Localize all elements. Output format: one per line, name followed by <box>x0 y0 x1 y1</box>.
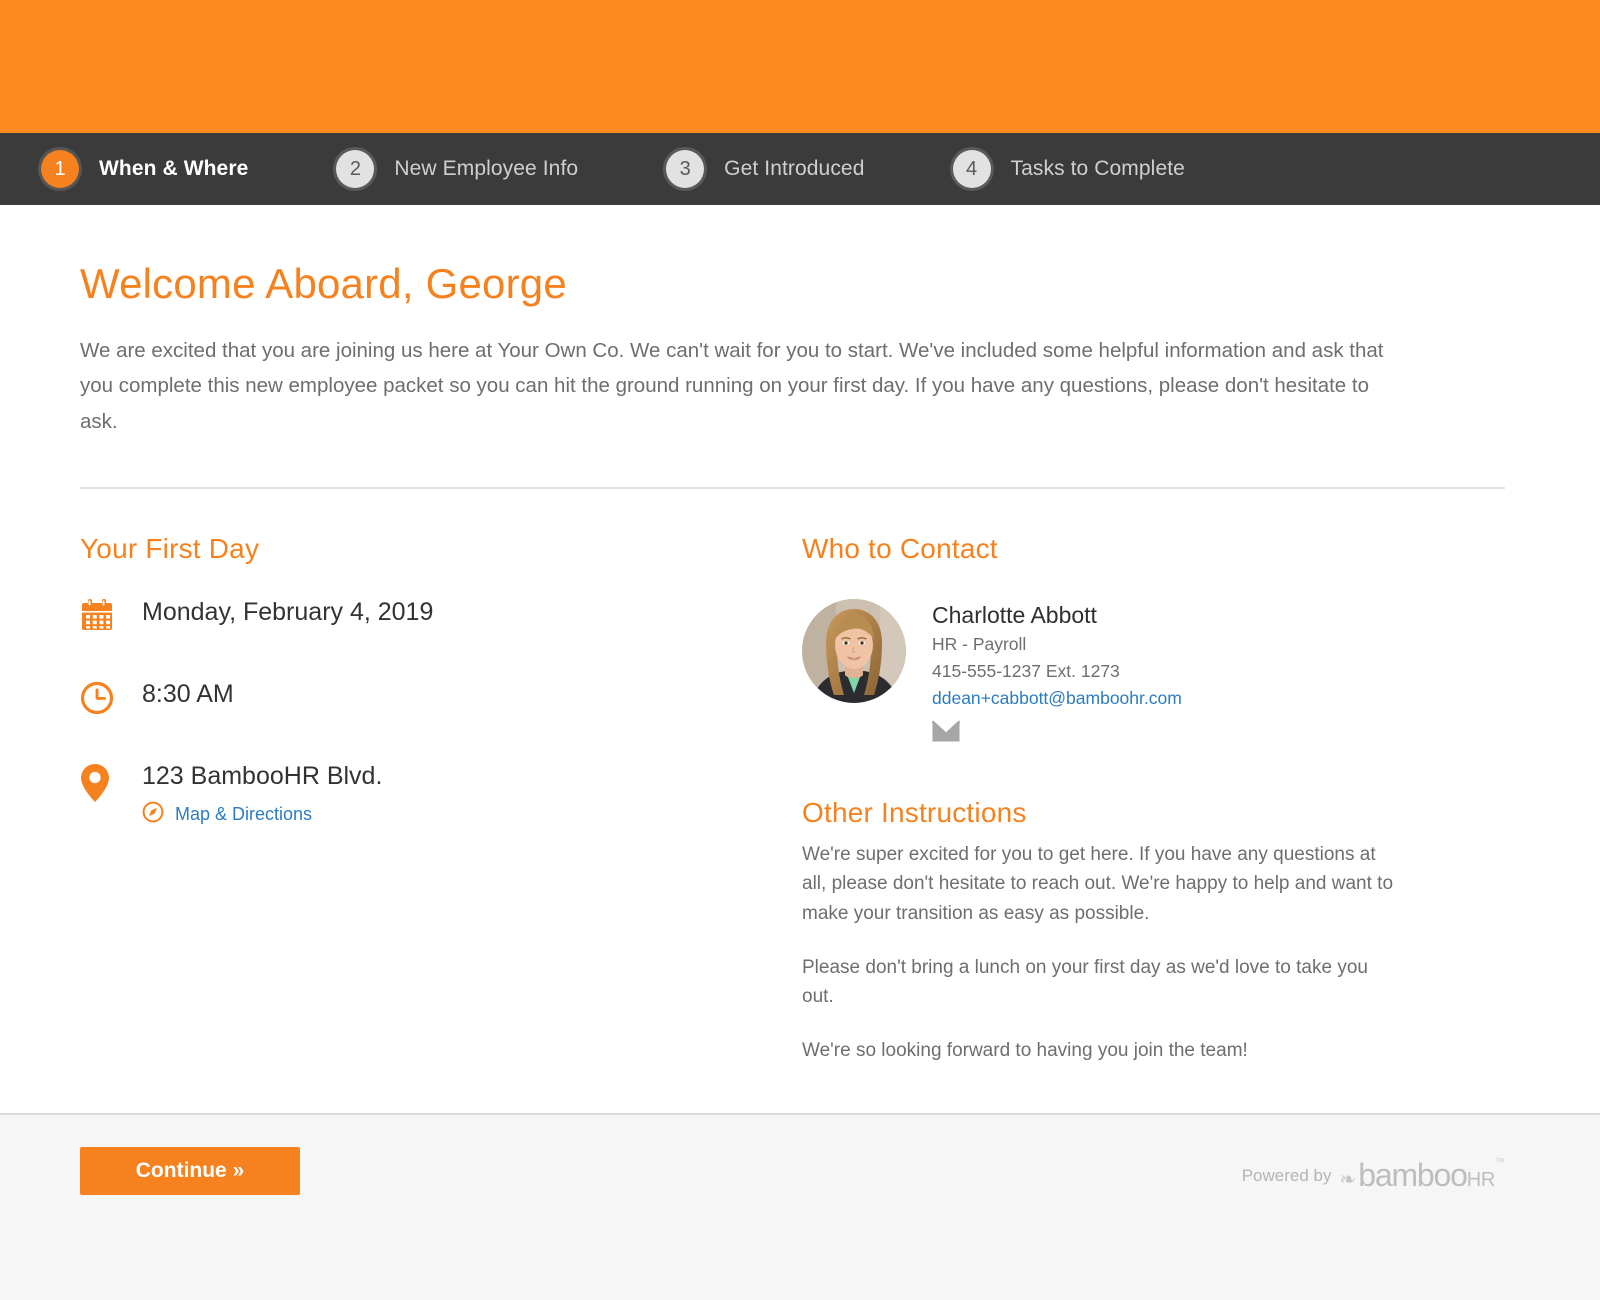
instruction-paragraph: We're super excited for you to get here.… <box>802 843 1394 925</box>
other-instructions-body: We're super excited for you to get here.… <box>802 840 1402 1066</box>
step-number-2: 2 <box>336 150 375 188</box>
brand-header-band <box>0 0 1600 133</box>
step-label-2: New Employee Info <box>394 157 579 180</box>
onboarding-page: 1 When & Where 2 New Employee Info 3 Get… <box>0 0 1600 1300</box>
first-day-column: Your First Day Monday, February 4, 2019 … <box>80 533 802 1066</box>
contact-phone: 415-555-1237 Ext. 1273 <box>932 661 1120 682</box>
main-content: Welcome Aboard, George We are excited th… <box>0 205 1600 1113</box>
first-day-location-row: 123 BambooHR Blvd. Map & Directions <box>80 761 802 828</box>
step-when-and-where[interactable]: 1 When & Where <box>41 133 248 205</box>
instruction-paragraph: We're so looking forward to having you j… <box>802 1039 1248 1061</box>
contact-email-link[interactable]: ddean+cabbott@bamboohr.com <box>932 686 1182 711</box>
calendar-icon <box>80 597 142 632</box>
continue-button[interactable]: Continue » <box>80 1147 300 1195</box>
contact-name: Charlotte Abbott <box>932 601 1097 628</box>
clock-icon <box>80 679 142 715</box>
map-directions-row[interactable]: Map & Directions <box>142 801 382 828</box>
step-label-4: Tasks to Complete <box>1010 157 1185 180</box>
step-number-3: 3 <box>666 150 705 188</box>
page-footer: Continue » Powered by ❧ bamboo HR ™ <box>0 1113 1600 1300</box>
step-number-1: 1 <box>41 150 79 188</box>
contact-column: Who to Contact Charlotte Abbott HR - Pay… <box>802 533 1420 1066</box>
first-day-heading: Your First Day <box>80 532 260 564</box>
bamboohr-logo-word: bamboo <box>1358 1157 1468 1193</box>
step-new-employee-info[interactable]: 2 New Employee Info <box>336 133 578 205</box>
instruction-paragraph: Please don't bring a lunch on your first… <box>802 956 1368 1008</box>
step-number-4: 4 <box>952 150 991 188</box>
first-day-list: Monday, February 4, 2019 8:30 AM 123 Bam… <box>80 597 802 828</box>
bamboohr-logo-suffix: HR <box>1466 1169 1496 1191</box>
content-columns: Your First Day Monday, February 4, 2019 … <box>80 533 1505 1066</box>
step-label-1: When & Where <box>99 157 249 180</box>
first-day-date: Monday, February 4, 2019 <box>142 597 434 626</box>
first-day-time: 8:30 AM <box>142 679 234 708</box>
step-tasks-to-complete[interactable]: 4 Tasks to Complete <box>952 133 1185 205</box>
contact-details: Charlotte Abbott HR - Payroll 415-555-12… <box>931 599 1182 747</box>
contact-card: Charlotte Abbott HR - Payroll 415-555-12… <box>802 598 1420 747</box>
step-navigation: 1 When & Where 2 New Employee Info 3 Get… <box>0 133 1600 220</box>
other-instructions-heading: Other Instructions <box>802 796 1027 828</box>
powered-by-bamboohr: Powered by ❧ bamboo HR ™ <box>1242 1157 1505 1194</box>
avatar-photo <box>802 598 906 703</box>
page-title: Welcome Aboard, George <box>80 260 567 307</box>
compass-icon <box>142 801 164 828</box>
bamboohr-logo-tm: ™ <box>1495 1157 1505 1168</box>
first-day-address: 123 BambooHR Blvd. <box>142 761 383 790</box>
envelope-icon[interactable] <box>931 720 1182 747</box>
who-to-contact-heading: Who to Contact <box>802 532 998 564</box>
map-directions-link[interactable]: Map & Directions <box>175 804 312 825</box>
step-get-introduced[interactable]: 3 Get Introduced <box>666 133 864 205</box>
section-divider <box>80 486 1505 489</box>
step-label-3: Get Introduced <box>724 157 865 180</box>
contact-role: HR - Payroll <box>932 633 1027 654</box>
powered-by-label: Powered by <box>1241 1165 1332 1185</box>
avatar <box>802 598 906 703</box>
bamboo-leaf-icon: ❧ <box>1339 1169 1357 1191</box>
bamboohr-logo: ❧ bamboo HR ™ <box>1339 1157 1505 1194</box>
map-pin-icon <box>80 761 142 803</box>
first-day-time-row: 8:30 AM <box>80 679 802 735</box>
first-day-date-row: Monday, February 4, 2019 <box>80 597 802 653</box>
intro-paragraph: We are excited that you are joining us h… <box>80 339 1384 433</box>
